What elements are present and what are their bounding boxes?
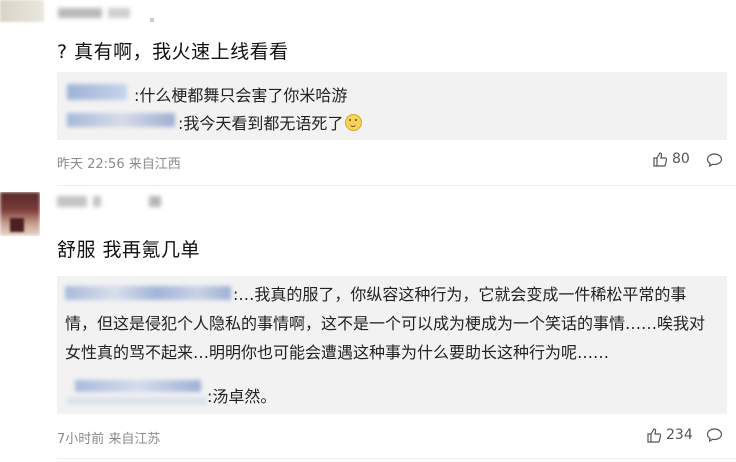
divider [57,458,736,459]
like-count: 80 [672,151,690,167]
reply-box: :什么梗都舞只会害了你米哈游 :我今天看到都无语死了 [57,72,727,140]
comment-text: ? 真有啊，我火速上线看看 [57,41,289,63]
comment-bubble-icon[interactable] [706,427,723,443]
reply-text: :汤卓然。 [207,387,277,406]
timestamp-location: 7小时前 来自江苏 [57,432,161,447]
reply-username-blurred[interactable] [75,380,201,392]
reply-username-blurred[interactable] [67,84,127,100]
blurred-mark [150,18,154,22]
like-button[interactable]: 234 [646,427,693,443]
username-blurred[interactable] [57,196,161,207]
comment-text: 舒服 我再氪几单 [57,239,201,261]
comment-bubble-icon[interactable] [706,152,723,168]
reply-text: :我今天看到都无语死了 [178,110,363,134]
username-blurred[interactable] [58,8,130,18]
avatar[interactable] [0,0,44,22]
thumbs-up-icon [647,428,662,443]
reply-username-blurred[interactable] [67,397,207,405]
divider [57,185,736,186]
avatar[interactable] [0,192,40,236]
timestamp-location: 昨天 22:56 来自江西 [57,157,181,172]
reply-text: :…我真的服了，你纵容这种行为，它就会变成一件稀松平常的事情，但这是侵犯个人隐私… [65,285,706,362]
reply-username-blurred[interactable] [67,113,175,127]
reply-text: :什么梗都舞只会害了你米哈游 [134,86,348,105]
like-count: 234 [666,427,693,443]
like-button[interactable]: 80 [652,151,690,167]
thumbs-up-icon [653,152,668,167]
reply-box: :…我真的服了，你纵容这种行为，它就会变成一件稀松平常的事情，但这是侵犯个人隐私… [57,276,727,414]
smile-emoji-icon [345,114,363,131]
